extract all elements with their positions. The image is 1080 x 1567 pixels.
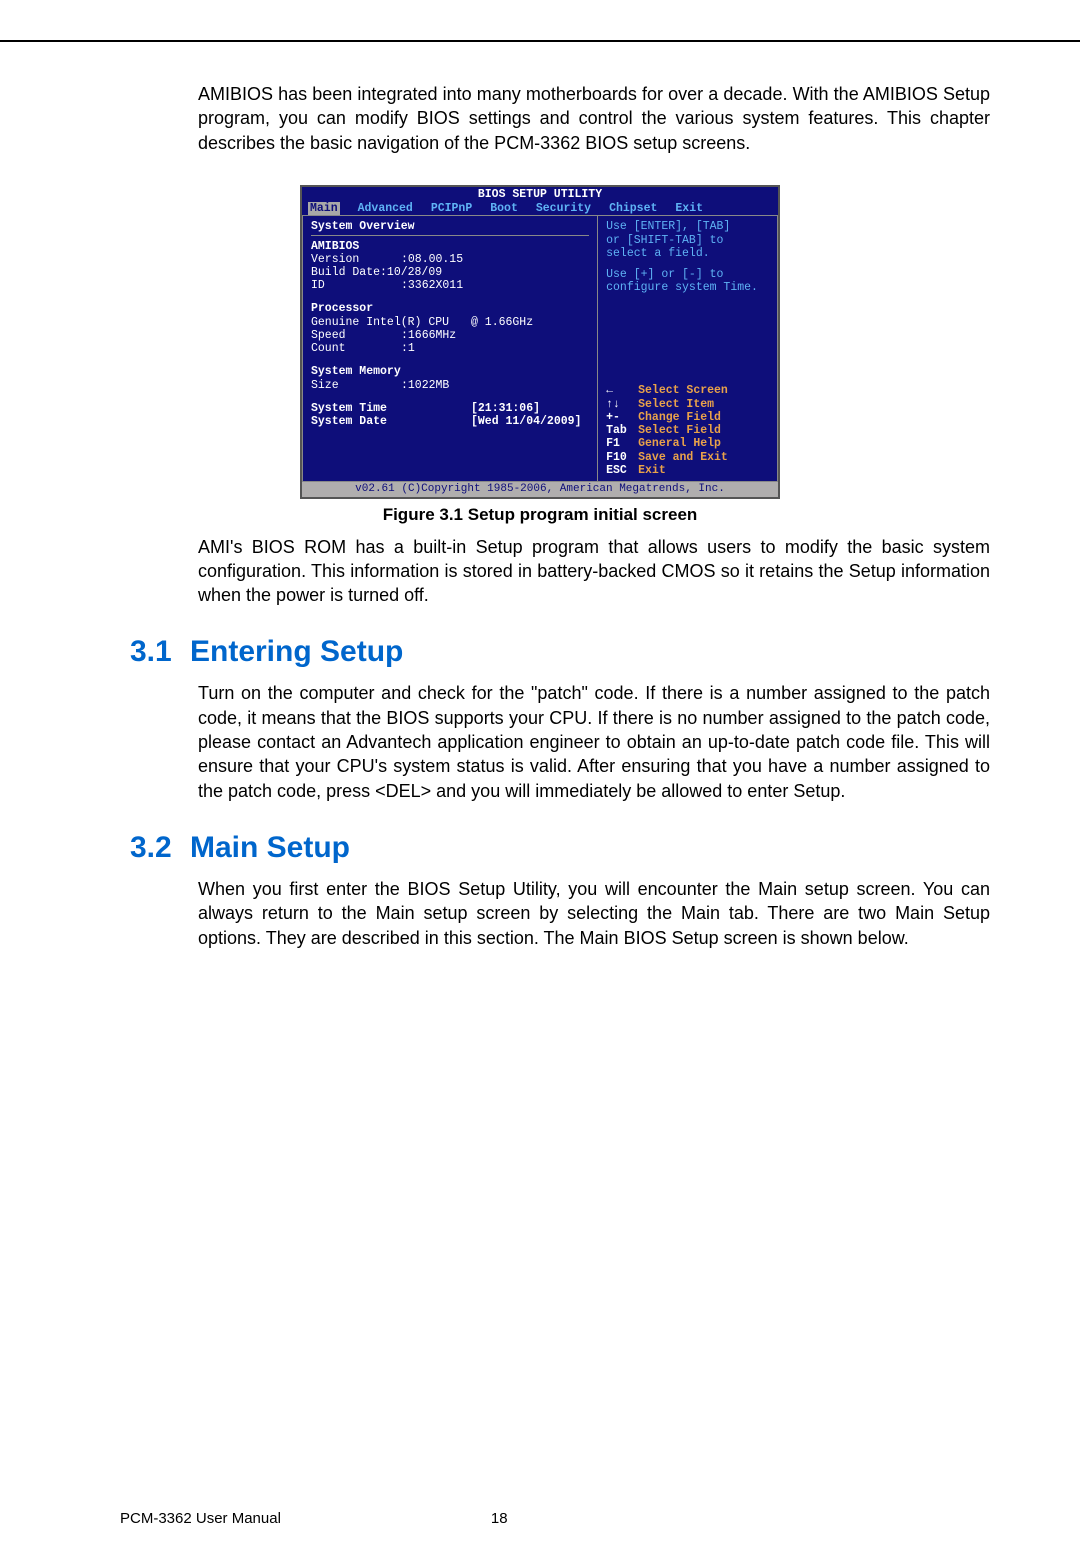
key1-desc: Select Screen	[638, 384, 728, 397]
bios-tab-security: Security	[536, 202, 591, 215]
processor-header: Processor	[311, 302, 589, 315]
systime-label: System Time	[311, 402, 471, 415]
systime-row: System Time [21:31:06]	[311, 402, 589, 415]
processor-freq: @ 1.66GHz	[471, 316, 533, 329]
key3-desc: Change Field	[638, 411, 721, 424]
help-l4: Use [+] or [-] to	[606, 268, 769, 281]
section-3-2-title: Main Setup	[190, 831, 350, 864]
bios-tab-advanced: Advanced	[358, 202, 413, 215]
help-l3: select a field.	[606, 247, 769, 260]
processor-name: Genuine Intel(R) CPU	[311, 316, 471, 329]
version-value: :08.00.15	[401, 253, 463, 266]
post-figure-paragraph: AMI's BIOS ROM has a built-in Setup prog…	[90, 535, 990, 608]
page-footer: PCM-3362 User Manual 18	[90, 1510, 990, 1527]
count-label: Count	[311, 342, 401, 355]
size-row: Size :1022MB	[311, 379, 589, 392]
key5-icon: F1	[606, 437, 638, 450]
key1-icon: ←	[606, 384, 638, 397]
key-row-3: +-Change Field	[606, 411, 769, 424]
bios-menu: Main Advanced PCIPnP Boot Security Chips…	[302, 202, 778, 215]
key7-desc: Exit	[638, 464, 666, 477]
key-row-4: TabSelect Field	[606, 424, 769, 437]
key-row-7: ESCExit	[606, 464, 769, 477]
size-label: Size	[311, 379, 401, 392]
systime-value: [21:31:06]	[471, 402, 540, 415]
bios-window: BIOS SETUP UTILITY Main Advanced PCIPnP …	[300, 185, 780, 499]
bios-right-panel: Use [ENTER], [TAB] or [SHIFT-TAB] to sel…	[597, 215, 778, 482]
bios-body: System Overview AMIBIOS Version :08.00.1…	[302, 215, 778, 482]
bios-left-panel: System Overview AMIBIOS Version :08.00.1…	[302, 215, 597, 482]
bios-screenshot: BIOS SETUP UTILITY Main Advanced PCIPnP …	[300, 185, 780, 499]
help-l5: configure system Time.	[606, 281, 769, 294]
help-l2: or [SHIFT-TAB] to	[606, 234, 769, 247]
key6-desc: Save and Exit	[638, 451, 728, 464]
bios-title: BIOS SETUP UTILITY	[302, 187, 778, 202]
version-label: Version	[311, 253, 401, 266]
id-label: ID	[311, 279, 401, 292]
key3-icon: +-	[606, 411, 638, 424]
id-row: ID :3362X011	[311, 279, 589, 292]
page: AMIBIOS has been integrated into many mo…	[0, 40, 1080, 1567]
bios-tab-boot: Boot	[490, 202, 518, 215]
speed-row: Speed :1666MHz	[311, 329, 589, 342]
bios-tab-pcipnp: PCIPnP	[431, 202, 472, 215]
sysmem-header: System Memory	[311, 365, 589, 378]
figure-caption: Figure 3.1 Setup program initial screen	[90, 505, 990, 525]
section-3-2-paragraph: When you first enter the BIOS Setup Util…	[90, 877, 990, 950]
size-value: :1022MB	[401, 379, 449, 392]
processor-name-row: Genuine Intel(R) CPU @ 1.66GHz	[311, 316, 589, 329]
key2-desc: Select Item	[638, 398, 714, 411]
speed-label: Speed	[311, 329, 401, 342]
key-row-6: F10Save and Exit	[606, 451, 769, 464]
key6-icon: F10	[606, 451, 638, 464]
version-row: Version :08.00.15	[311, 253, 589, 266]
id-value: :3362X011	[401, 279, 463, 292]
footer-page-number: 18	[491, 1510, 508, 1527]
intro-paragraph: AMIBIOS has been integrated into many mo…	[90, 82, 990, 155]
section-3-1-paragraph: Turn on the computer and check for the "…	[90, 681, 990, 802]
key2-icon: ↑↓	[606, 398, 638, 411]
section-3-1-heading: 3.1Entering Setup	[90, 635, 990, 669]
key-row-2: ↑↓Select Item	[606, 398, 769, 411]
sysdate-value: [Wed 11/04/2009]	[471, 415, 581, 428]
key7-icon: ESC	[606, 464, 638, 477]
bios-tab-chipset: Chipset	[609, 202, 657, 215]
section-3-2-heading: 3.2Main Setup	[90, 831, 990, 865]
key4-desc: Select Field	[638, 424, 721, 437]
help-l1: Use [ENTER], [TAB]	[606, 220, 769, 233]
sysdate-label: System Date	[311, 415, 471, 428]
section-3-2-number: 3.2	[90, 831, 190, 865]
key-row-1: ←Select Screen	[606, 384, 769, 397]
bios-tab-main: Main	[308, 202, 340, 215]
key5-desc: General Help	[638, 437, 721, 450]
key-row-5: F1General Help	[606, 437, 769, 450]
overview-header: System Overview	[311, 220, 589, 233]
amibios-header: AMIBIOS	[311, 240, 589, 253]
count-value: :1	[401, 342, 415, 355]
footer-manual-name: PCM-3362 User Manual	[120, 1510, 281, 1527]
builddate-row: Build Date:10/28/09	[311, 266, 589, 279]
key4-icon: Tab	[606, 424, 638, 437]
section-3-1-number: 3.1	[90, 635, 190, 669]
sysdate-row: System Date [Wed 11/04/2009]	[311, 415, 589, 428]
count-row: Count :1	[311, 342, 589, 355]
bios-tab-exit: Exit	[675, 202, 703, 215]
section-3-1-title: Entering Setup	[190, 635, 403, 668]
speed-value: :1666MHz	[401, 329, 456, 342]
bios-footer: v02.61 (C)Copyright 1985-2006, American …	[302, 482, 778, 497]
